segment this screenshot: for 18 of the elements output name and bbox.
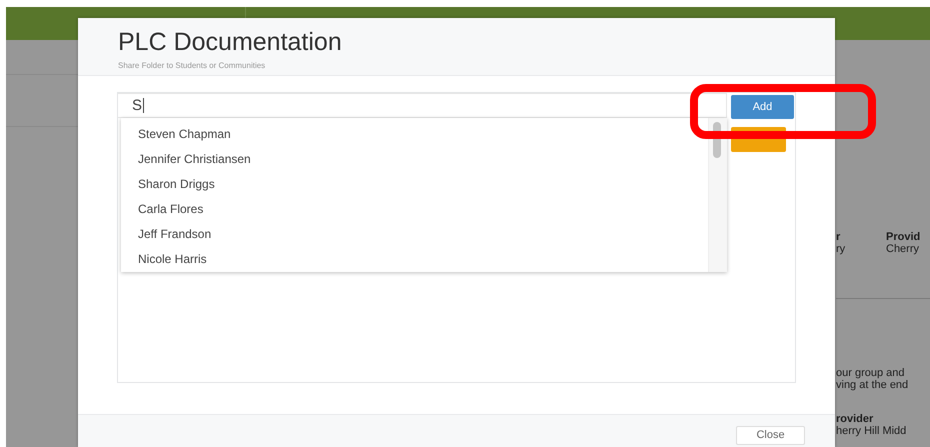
suggestion-item[interactable]: Jennifer Christiansen — [138, 147, 708, 172]
field-value: Cherry — [886, 243, 920, 255]
dialog-subtitle: Share Folder to Students or Communities — [118, 61, 266, 70]
add-button[interactable]: Add — [731, 95, 794, 119]
suggestion-item[interactable]: Carla Flores — [138, 197, 708, 222]
field-value: herry Hill Midd — [836, 425, 908, 437]
paragraph-line: our group and — [836, 367, 906, 379]
suggestion-item[interactable]: Jeff Frandson — [138, 222, 708, 247]
field-label: Provid — [886, 231, 920, 243]
field-label: rovider — [836, 413, 874, 425]
suggestion-item[interactable]: Nicole Harris — [138, 247, 708, 272]
field-label: r — [836, 231, 842, 243]
field-value: ry — [836, 243, 846, 255]
search-field[interactable]: S — [118, 93, 727, 118]
suggestion-item[interactable]: Sharon Driggs — [138, 172, 708, 197]
close-button[interactable]: Close — [736, 426, 805, 445]
dialog-title: PLC Documentation — [118, 28, 343, 56]
paragraph-line: ving at the end — [836, 379, 910, 391]
